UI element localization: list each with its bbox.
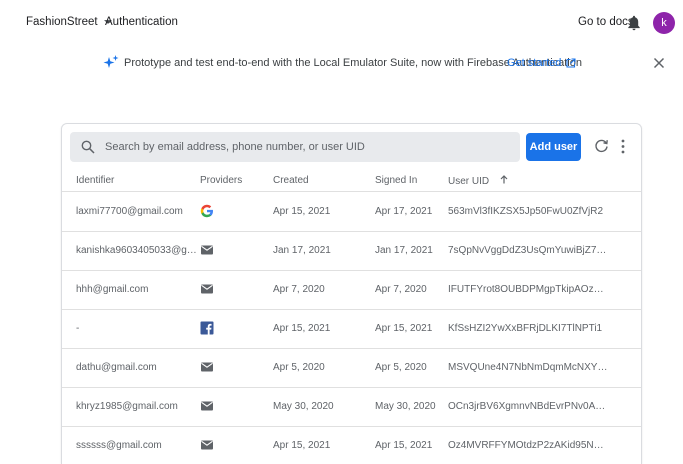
header-signed-in[interactable]: Signed In bbox=[375, 175, 417, 186]
cell-signed-in: May 30, 2020 bbox=[375, 401, 436, 412]
cell-signed-in: Apr 15, 2021 bbox=[375, 323, 433, 334]
cell-created: Apr 15, 2021 bbox=[273, 206, 331, 217]
cell-created: Apr 5, 2020 bbox=[273, 362, 325, 373]
users-card: Add user Identifier Providers Created Si… bbox=[61, 123, 642, 464]
cell-created: May 30, 2020 bbox=[273, 401, 334, 412]
emulator-banner: Prototype and test end-to-end with the L… bbox=[0, 48, 683, 82]
cell-signed-in: Apr 5, 2020 bbox=[375, 362, 427, 373]
search-bar bbox=[70, 132, 520, 162]
cell-user-uid: KfSsHZI2YwXxBFRjDLKI7TlNPTi1 bbox=[448, 323, 603, 334]
table-row[interactable]: dathu@gmail.com Apr 5, 2020 Apr 5, 2020 MSV… bbox=[62, 349, 641, 388]
table-row[interactable]: khryz1985@gmail.com May 30, 2020 May 30, 2… bbox=[62, 388, 641, 427]
arrow-up-icon bbox=[500, 175, 508, 184]
get-started-link[interactable]: Get started bbox=[507, 57, 576, 69]
table-header: Identifier Providers Created Signed In U… bbox=[62, 170, 641, 192]
cell-created: Jan 17, 2021 bbox=[273, 245, 331, 256]
cell-signed-in: Jan 17, 2021 bbox=[375, 245, 433, 256]
go-to-docs-link[interactable]: Go to docs bbox=[578, 16, 634, 28]
cell-user-uid: IFUTFYrot8OUBDPMgpTkipAOz8A2 bbox=[448, 284, 608, 295]
search-input[interactable] bbox=[105, 132, 505, 162]
cell-identifier: dathu@gmail.com bbox=[76, 362, 157, 373]
avatar[interactable]: k bbox=[653, 12, 675, 34]
cell-user-uid: 7sQpNvVggDdZ3UsQmYuwiBjZ7Yr1 bbox=[448, 245, 608, 256]
page-title: Authentication bbox=[105, 16, 178, 28]
add-user-button[interactable]: Add user bbox=[526, 133, 581, 161]
top-bar: FashionStreet Authentication Go to docs … bbox=[0, 0, 683, 48]
cell-identifier: - bbox=[76, 323, 80, 334]
header-created[interactable]: Created bbox=[273, 175, 309, 186]
cell-signed-in: Apr 7, 2020 bbox=[375, 284, 427, 295]
table-row[interactable]: kanishka9603405033@gmai... Jan 17, 2021 Ja… bbox=[62, 232, 641, 271]
sparkle-icon bbox=[103, 55, 119, 68]
cell-created: Apr 7, 2020 bbox=[273, 284, 325, 295]
cell-identifier: ssssss@gmail.com bbox=[76, 440, 162, 451]
cell-identifier: khryz1985@gmail.com bbox=[76, 401, 178, 412]
cell-signed-in: Apr 17, 2021 bbox=[375, 206, 433, 217]
close-icon[interactable] bbox=[653, 57, 665, 69]
table-row[interactable]: hhh@gmail.com Apr 7, 2020 Apr 7, 2020 IFUTF… bbox=[62, 271, 641, 310]
cell-created: Apr 15, 2021 bbox=[273, 323, 331, 334]
header-user-uid[interactable]: User UID bbox=[448, 175, 508, 187]
table-row[interactable]: ssssss@gmail.com Apr 15, 2021 Apr 15, 2021… bbox=[62, 427, 641, 464]
email-icon bbox=[200, 360, 214, 374]
more-vert-icon[interactable] bbox=[620, 139, 626, 154]
project-selector[interactable]: FashionStreet bbox=[26, 16, 112, 28]
header-user-uid-label: User UID bbox=[448, 176, 490, 187]
header-identifier[interactable]: Identifier bbox=[76, 175, 114, 186]
cell-user-uid: OCn3jrBV6XgmnvNBdEvrPNv0Am1 bbox=[448, 401, 608, 412]
google-icon bbox=[200, 204, 214, 218]
cell-user-uid: 563mVl3fIKZSX5Jp50FwU0ZfVjR2 bbox=[448, 206, 604, 217]
email-icon bbox=[200, 399, 214, 413]
email-icon bbox=[200, 438, 214, 452]
email-icon bbox=[200, 243, 214, 257]
cell-identifier: kanishka9603405033@gmai... bbox=[76, 245, 198, 256]
project-name: FashionStreet bbox=[26, 16, 98, 28]
cell-identifier: hhh@gmail.com bbox=[76, 284, 149, 295]
search-icon bbox=[81, 140, 95, 154]
table-row[interactable]: - Apr 15, 2021 Apr 15, 2021 KfSsHZI2YwXxBFR… bbox=[62, 310, 641, 349]
table-row[interactable]: laxmi77700@gmail.com Apr 15, 2021 Apr 17, … bbox=[62, 193, 641, 232]
email-icon bbox=[200, 282, 214, 296]
bell-icon[interactable] bbox=[627, 15, 641, 31]
external-link-icon bbox=[566, 58, 576, 68]
refresh-icon[interactable] bbox=[594, 139, 609, 154]
cell-user-uid: Oz4MVRFFYMOtdzP2zAKid95Nhu... bbox=[448, 440, 608, 451]
get-started-label: Get started bbox=[507, 57, 562, 69]
cell-user-uid: MSVQUne4N7NbNmDqmMcNXYS... bbox=[448, 362, 608, 373]
header-providers[interactable]: Providers bbox=[200, 175, 242, 186]
cell-identifier: laxmi77700@gmail.com bbox=[76, 206, 183, 217]
cell-signed-in: Apr 15, 2021 bbox=[375, 440, 433, 451]
cell-created: Apr 15, 2021 bbox=[273, 440, 331, 451]
facebook-icon bbox=[200, 321, 214, 335]
